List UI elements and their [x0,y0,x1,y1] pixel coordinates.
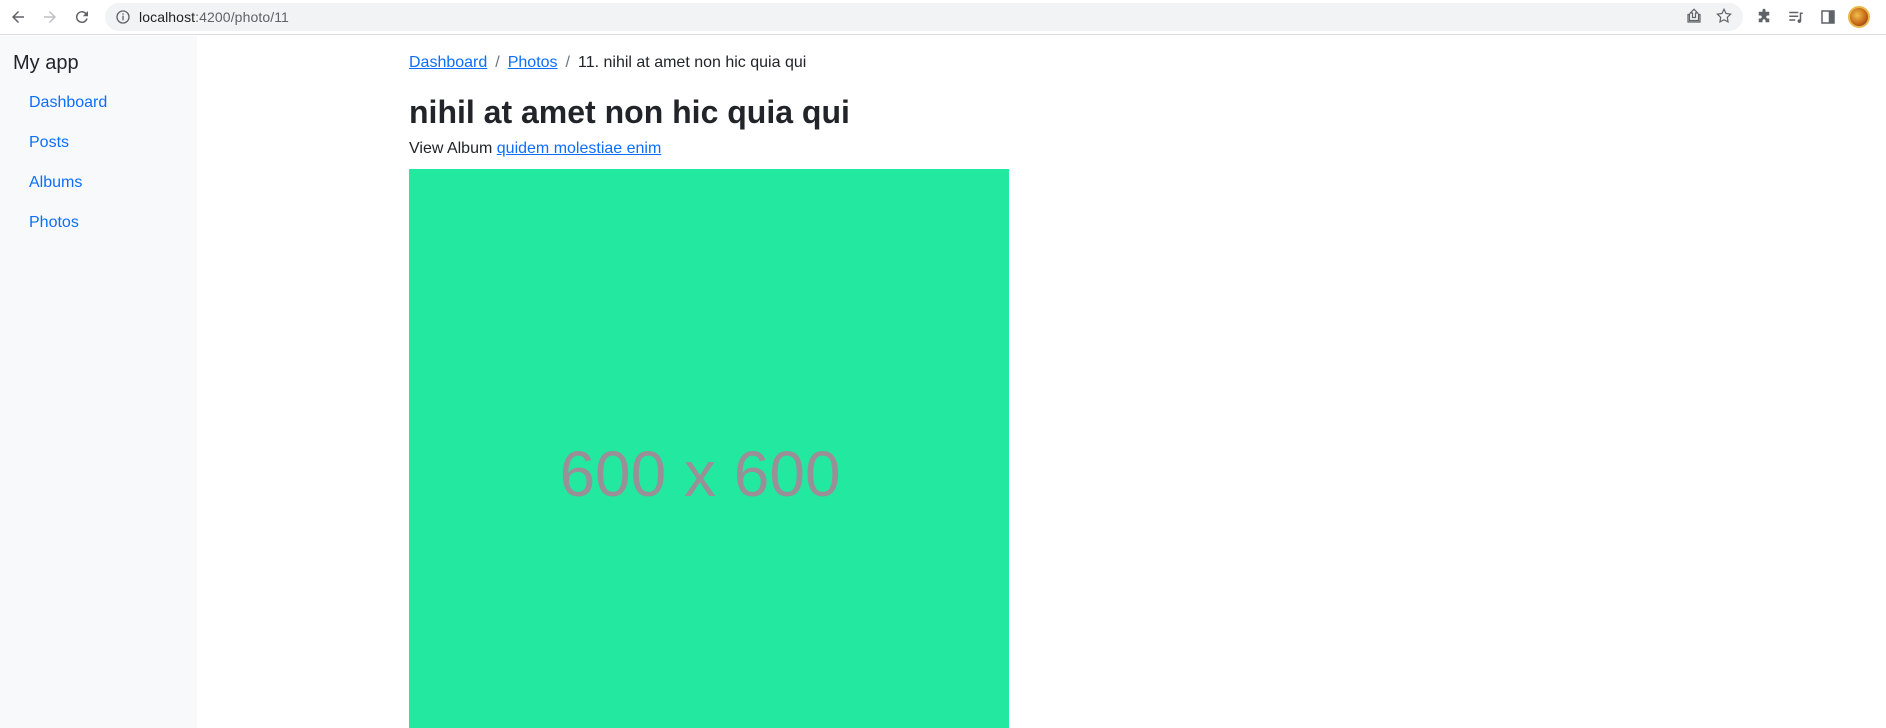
back-button[interactable] [2,1,34,33]
puzzle-icon [1758,8,1770,23]
sidebar-item-dashboard[interactable]: Dashboard [29,93,107,133]
album-link[interactable]: quidem molestiae enim [497,140,662,157]
arrow-left-icon [12,11,24,23]
playlist-icon [1789,11,1803,23]
sidebar-item-posts[interactable]: Posts [29,133,107,173]
album-prefix: View Album [409,140,493,157]
breadcrumb-separator: / [565,54,570,71]
brand-title: My app [13,52,79,74]
breadcrumb: Dashboard / Photos / 11. nihil at amet n… [409,54,806,72]
sidebar-nav: Dashboard Posts Albums Photos [29,93,107,253]
breadcrumb-current: 11. nihil at amet non hic quia qui [578,54,807,71]
album-line: View Album quidem molestiae enim [409,140,661,158]
side-panel-button[interactable] [1816,5,1840,29]
breadcrumb-dashboard[interactable]: Dashboard [409,54,487,72]
breadcrumb-separator: / [495,54,500,71]
reload-icon [75,11,88,24]
profile-avatar[interactable] [1848,6,1870,28]
sidebar: My app Dashboard Posts Albums Photos [0,36,197,728]
browser-toolbar: localhost:4200/photo/11 [0,0,1886,35]
photo-image: 600 x 600 [409,169,1009,728]
forward-button[interactable] [34,1,66,33]
share-icon[interactable] [1685,7,1703,25]
address-bar[interactable]: localhost:4200/photo/11 [105,3,1743,31]
media-button[interactable] [1784,5,1808,29]
info-icon[interactable] [115,9,131,25]
page-title: nihil at amet non hic quia qui [409,94,850,130]
extensions-button[interactable] [1752,5,1776,29]
sidebar-item-albums[interactable]: Albums [29,173,107,213]
sidebar-item-photos[interactable]: Photos [29,213,107,253]
star-icon[interactable] [1715,7,1733,25]
photo-placeholder-label: 600 x 600 [559,438,841,510]
side-panel-icon [1821,10,1835,24]
url-text: localhost:4200/photo/11 [139,9,289,25]
reload-button[interactable] [66,1,98,33]
arrow-right-icon [44,11,56,23]
breadcrumb-photos[interactable]: Photos [508,54,558,72]
